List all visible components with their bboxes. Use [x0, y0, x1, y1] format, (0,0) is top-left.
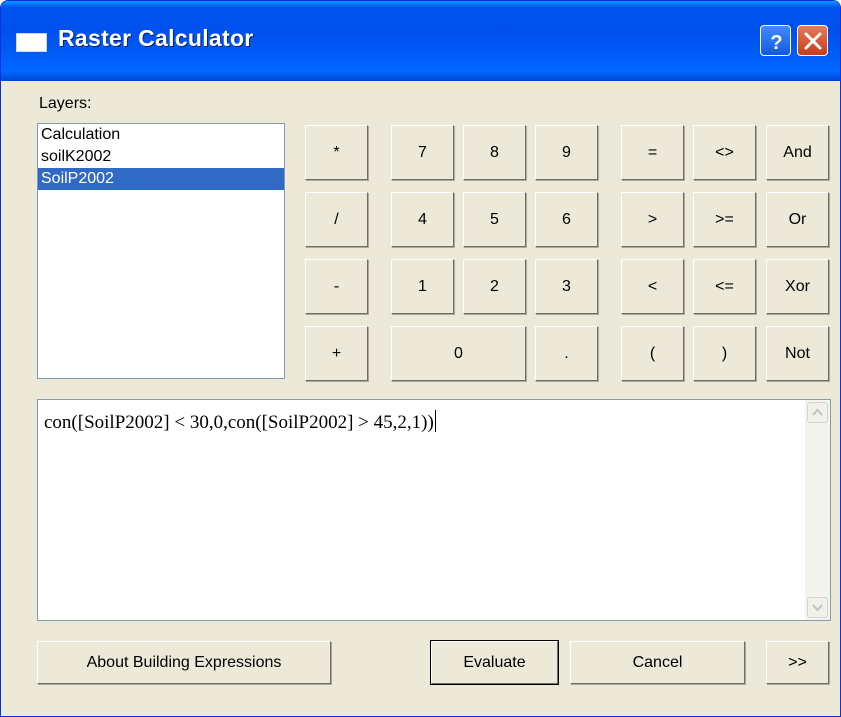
text-caret — [434, 410, 436, 432]
cancel-button[interactable]: Cancel — [570, 641, 745, 684]
expression-text-line: con([SoilP2002] < 30,0,con([SoilP2002] >… — [44, 410, 436, 434]
scroll-down-button[interactable] — [807, 597, 828, 618]
multiply-button[interactable]: * — [305, 125, 368, 180]
more-options-button[interactable]: >> — [766, 641, 829, 684]
chevron-up-icon — [812, 408, 823, 416]
window-title: Raster Calculator — [58, 25, 254, 51]
scroll-up-button[interactable] — [807, 402, 828, 423]
title-bar[interactable]: Raster Calculator ? — [1, 1, 840, 81]
less-button[interactable]: < — [621, 259, 684, 314]
digit-3-button[interactable]: 3 — [535, 259, 598, 314]
digit-0-button[interactable]: 0 — [391, 326, 526, 381]
layers-label: Layers: — [39, 95, 92, 112]
decimal-button[interactable]: . — [535, 326, 598, 381]
evaluate-button[interactable]: Evaluate — [430, 640, 559, 685]
equal-button[interactable]: = — [621, 125, 684, 180]
about-building-expressions-button[interactable]: About Building Expressions — [37, 641, 331, 684]
digit-4-button[interactable]: 4 — [391, 192, 454, 247]
layers-listbox[interactable]: Calculation soilK2002 SoilP2002 — [37, 123, 285, 379]
help-icon: ? — [770, 32, 782, 54]
add-button[interactable]: + — [305, 326, 368, 381]
xor-button[interactable]: Xor — [766, 259, 829, 314]
digit-5-button[interactable]: 5 — [463, 192, 526, 247]
open-paren-button[interactable]: ( — [621, 326, 684, 381]
vertical-scrollbar[interactable] — [805, 400, 830, 620]
help-glyph: ? — [770, 32, 782, 54]
not-button[interactable]: Not — [766, 326, 829, 381]
expression-text: con([SoilP2002] < 30,0,con([SoilP2002] >… — [44, 412, 434, 433]
and-button[interactable]: And — [766, 125, 829, 180]
layer-item-calculation[interactable]: Calculation — [38, 124, 284, 146]
layer-item-soilk2002[interactable]: soilK2002 — [38, 146, 284, 168]
expression-textarea[interactable]: con([SoilP2002] < 30,0,con([SoilP2002] >… — [37, 399, 831, 621]
window-icon — [16, 33, 47, 52]
greater-button[interactable]: > — [621, 192, 684, 247]
or-button[interactable]: Or — [766, 192, 829, 247]
digit-7-button[interactable]: 7 — [391, 125, 454, 180]
layer-item-soilp2002[interactable]: SoilP2002 — [38, 168, 284, 190]
close-paren-button[interactable]: ) — [693, 326, 756, 381]
digit-6-button[interactable]: 6 — [535, 192, 598, 247]
raster-calculator-dialog: Raster Calculator ? Layers: Calculation … — [0, 0, 841, 717]
digit-8-button[interactable]: 8 — [463, 125, 526, 180]
digit-2-button[interactable]: 2 — [463, 259, 526, 314]
digit-9-button[interactable]: 9 — [535, 125, 598, 180]
close-icon — [804, 32, 822, 50]
help-button[interactable]: ? — [760, 25, 791, 56]
digit-1-button[interactable]: 1 — [391, 259, 454, 314]
close-button[interactable] — [797, 25, 828, 56]
chevron-down-icon — [812, 604, 823, 612]
divide-button[interactable]: / — [305, 192, 368, 247]
greater-equal-button[interactable]: >= — [693, 192, 756, 247]
subtract-button[interactable]: - — [305, 259, 368, 314]
less-equal-button[interactable]: <= — [693, 259, 756, 314]
not-equal-button[interactable]: <> — [693, 125, 756, 180]
